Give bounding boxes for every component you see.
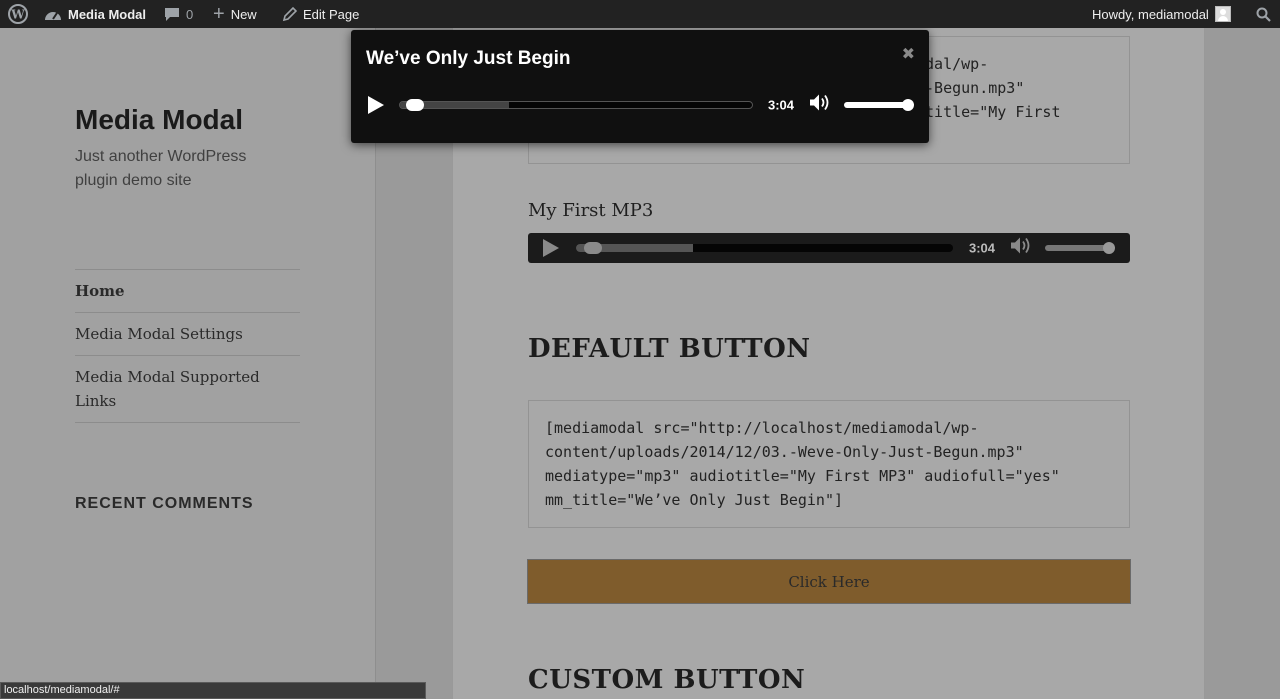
inline-audio-player: 3:04 [528, 233, 1130, 263]
code-line: mediatype="mp3" audiotitle="My First MP3… [545, 467, 1060, 485]
nav-item-media-modal-settings[interactable]: Media Modal Settings [75, 313, 300, 356]
greeting-text: Howdy, mediamodal [1092, 6, 1209, 22]
nav-item-media-modal-supported-links[interactable]: Media Modal Supported Links [75, 356, 300, 423]
nav-item-home[interactable]: Home [75, 270, 300, 313]
new-content-link[interactable]: + New [213, 0, 257, 28]
site-name-label: Media Modal [68, 6, 147, 22]
site-name-link[interactable]: Media Modal [44, 0, 146, 28]
svg-text:W: W [10, 8, 25, 22]
custom-button-heading: CUSTOM BUTTON [528, 665, 806, 695]
default-button-heading: DEFAULT BUTTON [528, 334, 811, 364]
status-bar-url: localhost/mediamodal/# [0, 682, 426, 699]
progress-track[interactable] [399, 101, 753, 109]
modal-title: We’ve Only Just Begin [366, 48, 571, 69]
wordpress-logo-icon[interactable]: W [8, 0, 28, 28]
play-icon[interactable] [543, 239, 559, 257]
new-label: New [230, 6, 257, 22]
edit-page-link[interactable]: Edit Page [282, 0, 359, 28]
media-modal: We’ve Only Just Begin ✖ 3:04 [351, 30, 929, 143]
click-here-button[interactable]: Click Here [527, 559, 1131, 604]
code-line: mm_title="We’ve Only Just Begin"] [545, 491, 844, 509]
main-navigation: Home Media Modal Settings Media Modal Su… [75, 269, 300, 423]
volume-slider[interactable] [844, 102, 908, 108]
volume-icon[interactable] [1010, 237, 1032, 260]
comments-count: 0 [186, 6, 194, 22]
progress-handle[interactable] [583, 242, 602, 254]
sidebar: Media Modal Just another WordPress plugi… [0, 28, 376, 699]
pencil-icon [282, 6, 297, 22]
volume-knob[interactable] [1103, 242, 1115, 254]
duration-text: 3:04 [768, 97, 795, 113]
play-icon[interactable] [368, 96, 384, 114]
volume-slider[interactable] [1045, 245, 1109, 251]
admin-bar: W Media Modal 0 + New Edit Page Howdy, m… [0, 0, 1280, 28]
volume-knob[interactable] [902, 99, 914, 111]
account-menu[interactable]: Howdy, mediamodal [1092, 0, 1231, 28]
modal-audio-player: 3:04 [361, 92, 921, 118]
edit-page-label: Edit Page [303, 6, 360, 22]
avatar-icon [1214, 6, 1231, 22]
recent-comments-title: RECENT COMMENTS [75, 495, 254, 512]
plus-icon: + [213, 3, 225, 25]
site-description: Just another WordPress plugin demo site [75, 148, 247, 189]
duration-text: 3:04 [969, 240, 996, 256]
volume-icon[interactable] [809, 94, 831, 117]
comments-link[interactable]: 0 [164, 0, 193, 28]
code-line: content/uploads/2014/12/03.-Weve-Only-Ju… [545, 443, 1024, 461]
site-title[interactable]: Media Modal [75, 104, 243, 136]
progress-track[interactable] [576, 244, 953, 252]
dashboard-icon [44, 7, 62, 21]
search-icon[interactable] [1256, 0, 1271, 28]
shortcode-block: [mediamodal src="http://localhost/mediam… [528, 400, 1130, 528]
code-line: [mediamodal src="http://localhost/mediam… [545, 419, 979, 437]
mp3-title: My First MP3 [528, 200, 654, 221]
comment-icon [164, 6, 180, 22]
close-icon[interactable]: ✖ [902, 44, 915, 64]
progress-handle[interactable] [406, 99, 425, 111]
